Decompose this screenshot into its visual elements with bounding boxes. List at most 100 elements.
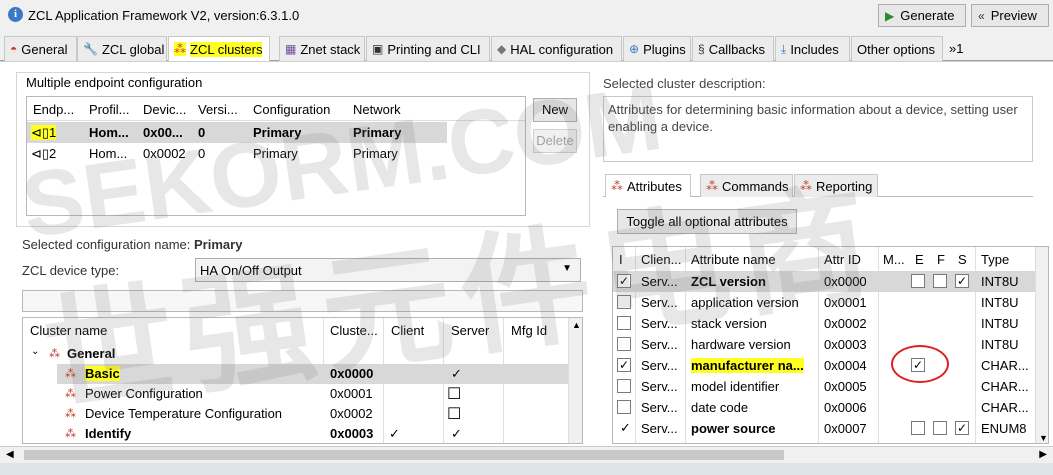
tab-zcl-clusters[interactable]: ⁂ ZCL clusters — [168, 36, 270, 61]
tab-general[interactable]: ◓ General — [4, 36, 77, 61]
include-checkbox[interactable] — [617, 337, 631, 351]
endpoint-table: Endp... Profil... Devic... Versi... Conf… — [26, 96, 526, 216]
tab-printing-cli[interactable]: ▣ Printing and CLI — [366, 36, 490, 61]
tab-zcl-global[interactable]: 🔧 ZCL global — [77, 36, 167, 61]
cluster-icon: ⁂ — [49, 348, 60, 360]
wrench-icon: 🔧 — [83, 42, 98, 56]
toggle-optional-button[interactable]: Toggle all optional attributes — [617, 209, 797, 234]
include-checkbox[interactable]: ✓ — [617, 274, 631, 288]
info-icon: i — [8, 7, 23, 22]
tab-callbacks[interactable]: § Callbacks — [692, 36, 774, 61]
scroll-left-icon: ◀ — [6, 449, 14, 460]
e-checkbox[interactable] — [911, 421, 925, 435]
subtab-reporting[interactable]: ⁂ Reporting — [794, 174, 878, 197]
window-title: ZCL Application Framework V2, version:6.… — [28, 8, 300, 23]
chevron-down-icon: ⌄ — [31, 346, 40, 357]
col-include[interactable]: I — [619, 252, 623, 267]
s-checkbox[interactable]: ✓ — [955, 274, 969, 288]
include-checkbox[interactable] — [617, 379, 631, 393]
cluster-table: Cluster name Cluste... Client Server Mfg… — [22, 317, 583, 444]
col-mfg[interactable]: M... — [883, 252, 905, 267]
reporting-icon: ⁂ — [800, 179, 812, 193]
play-icon: ▶ — [885, 8, 895, 23]
attribute-row[interactable]: Serv... date code 0x0006 CHAR... — [613, 397, 1035, 418]
cluster-row-temperature[interactable]: ⁂ Device Temperature Configuration 0x000… — [57, 404, 568, 424]
endpoint-row[interactable]: ⊲▯1 Hom... 0x00... 0 Primary Primary — [27, 122, 447, 143]
col-profile[interactable]: Profil... — [89, 102, 129, 117]
endpoint-row[interactable]: ⊲▯2 Hom... 0x0002 0 Primary Primary — [27, 143, 447, 164]
cluster-row-identify[interactable]: ⁂ Identify 0x0003 ✓ ✓ — [57, 424, 568, 443]
attribute-row[interactable]: Serv... hardware version 0x0003 INT8U — [613, 334, 1035, 355]
filter-field[interactable] — [22, 290, 583, 312]
cluster-row-basic[interactable]: ⁂ Basic 0x0000 ✓ — [57, 364, 568, 384]
tab-plugins[interactable]: ⊕ Plugins — [623, 36, 691, 61]
new-endpoint-button[interactable]: New — [533, 98, 577, 122]
horizontal-scrollbar[interactable]: ◀ ▶ — [0, 446, 1053, 463]
chevron-up-icon: ▲ — [572, 320, 581, 330]
col-s[interactable]: S — [958, 252, 967, 267]
include-checkbox[interactable] — [617, 316, 631, 330]
delete-endpoint-button[interactable]: Delete — [533, 129, 577, 153]
title-bar: i ZCL Application Framework V2, version:… — [0, 0, 1053, 32]
scroll-thumb[interactable] — [24, 450, 784, 460]
tab-hal-configuration[interactable]: ◆ HAL configuration — [491, 36, 622, 61]
col-client[interactable]: Client — [391, 323, 424, 338]
attribute-row[interactable]: Serv... model identifier 0x0005 CHAR... — [613, 376, 1035, 397]
attribute-row[interactable]: Serv... stack version 0x0002 INT8U — [613, 313, 1035, 334]
s-checkbox[interactable]: ✓ — [955, 421, 969, 435]
col-device[interactable]: Devic... — [143, 102, 186, 117]
subtab-attributes[interactable]: ⁂ Attributes — [605, 174, 691, 197]
chevron-down-icon: ▼ — [562, 263, 572, 274]
subtab-commands[interactable]: ⁂ Commands — [700, 174, 793, 197]
f-checkbox[interactable] — [933, 274, 947, 288]
description-text: Attributes for determining basic informa… — [603, 96, 1033, 162]
include-check[interactable]: ✓ — [620, 420, 631, 436]
col-cluster-id[interactable]: Cluste... — [330, 323, 378, 338]
endpoint-icon: ⊲▯1 — [31, 125, 57, 140]
selected-config-label: Selected configuration name: — [22, 237, 191, 252]
cluster-scrollbar[interactable]: ▲ — [568, 318, 582, 443]
attribute-row[interactable]: ✓ Serv... power source 0x0007 ✓ ENUM8 — [613, 418, 1035, 439]
attribute-row[interactable]: ✓ Serv... manufacturer na... 0x0004 ✓ CH… — [613, 355, 1035, 376]
tab-includes[interactable]: ⤓ Includes — [775, 36, 850, 61]
col-network[interactable]: Network — [353, 102, 401, 117]
col-attribute-name[interactable]: Attribute name — [691, 252, 776, 267]
tab-znet-stack[interactable]: ▦ Znet stack — [279, 36, 365, 61]
chip-icon: ◆ — [497, 42, 507, 56]
attribute-row[interactable]: Serv... application version 0x0001 INT8U — [613, 292, 1035, 313]
include-checkbox[interactable] — [617, 400, 631, 414]
col-endpoint[interactable]: Endp... — [33, 102, 74, 117]
col-cluster-name[interactable]: Cluster name — [30, 323, 107, 338]
e-checkbox[interactable] — [911, 274, 925, 288]
col-server[interactable]: Server — [451, 323, 489, 338]
cluster-icon: ⁂ — [174, 42, 186, 56]
col-e[interactable]: E — [915, 252, 924, 267]
commands-icon: ⁂ — [706, 179, 718, 193]
cluster-group-general[interactable]: ⌄ ⁂ General — [23, 344, 568, 364]
cluster-row-power[interactable]: ⁂ Power Configuration 0x0001 ☐ — [57, 384, 568, 404]
status-strip — [0, 463, 1053, 475]
f-checkbox[interactable] — [933, 421, 947, 435]
include-checkbox[interactable]: ✓ — [617, 358, 631, 372]
cluster-icon: ⁂ — [65, 368, 76, 380]
col-client-side[interactable]: Clien... — [641, 252, 681, 267]
col-configuration[interactable]: Configuration — [253, 102, 330, 117]
attribute-row[interactable]: ✓ Serv... ZCL version 0x0000 ✓ INT8U — [613, 271, 1035, 292]
tab-overflow[interactable]: »1 — [944, 36, 968, 61]
preview-button[interactable]: « Preview — [971, 4, 1049, 27]
col-version[interactable]: Versi... — [198, 102, 238, 117]
tab-other-options[interactable]: Other options — [851, 36, 943, 61]
device-type-select[interactable]: HA On/Off Output ▼ — [195, 258, 581, 282]
chevron-down-icon: ▼ — [1039, 433, 1048, 443]
generate-button[interactable]: ▶ Generate — [878, 4, 966, 27]
col-mfg-id[interactable]: Mfg Id — [511, 323, 547, 338]
selected-config: Selected configuration name: Primary — [22, 237, 242, 252]
col-type[interactable]: Type — [981, 252, 1009, 267]
include-icon: ⤓ — [781, 41, 787, 56]
attribute-scrollbar[interactable]: ▼ — [1035, 247, 1048, 443]
preview-label: Preview — [990, 8, 1037, 23]
double-chevron-left-icon: « — [978, 8, 985, 23]
col-attr-id[interactable]: Attr ID — [824, 252, 861, 267]
include-checkbox[interactable] — [617, 295, 631, 309]
col-f[interactable]: F — [937, 252, 945, 267]
